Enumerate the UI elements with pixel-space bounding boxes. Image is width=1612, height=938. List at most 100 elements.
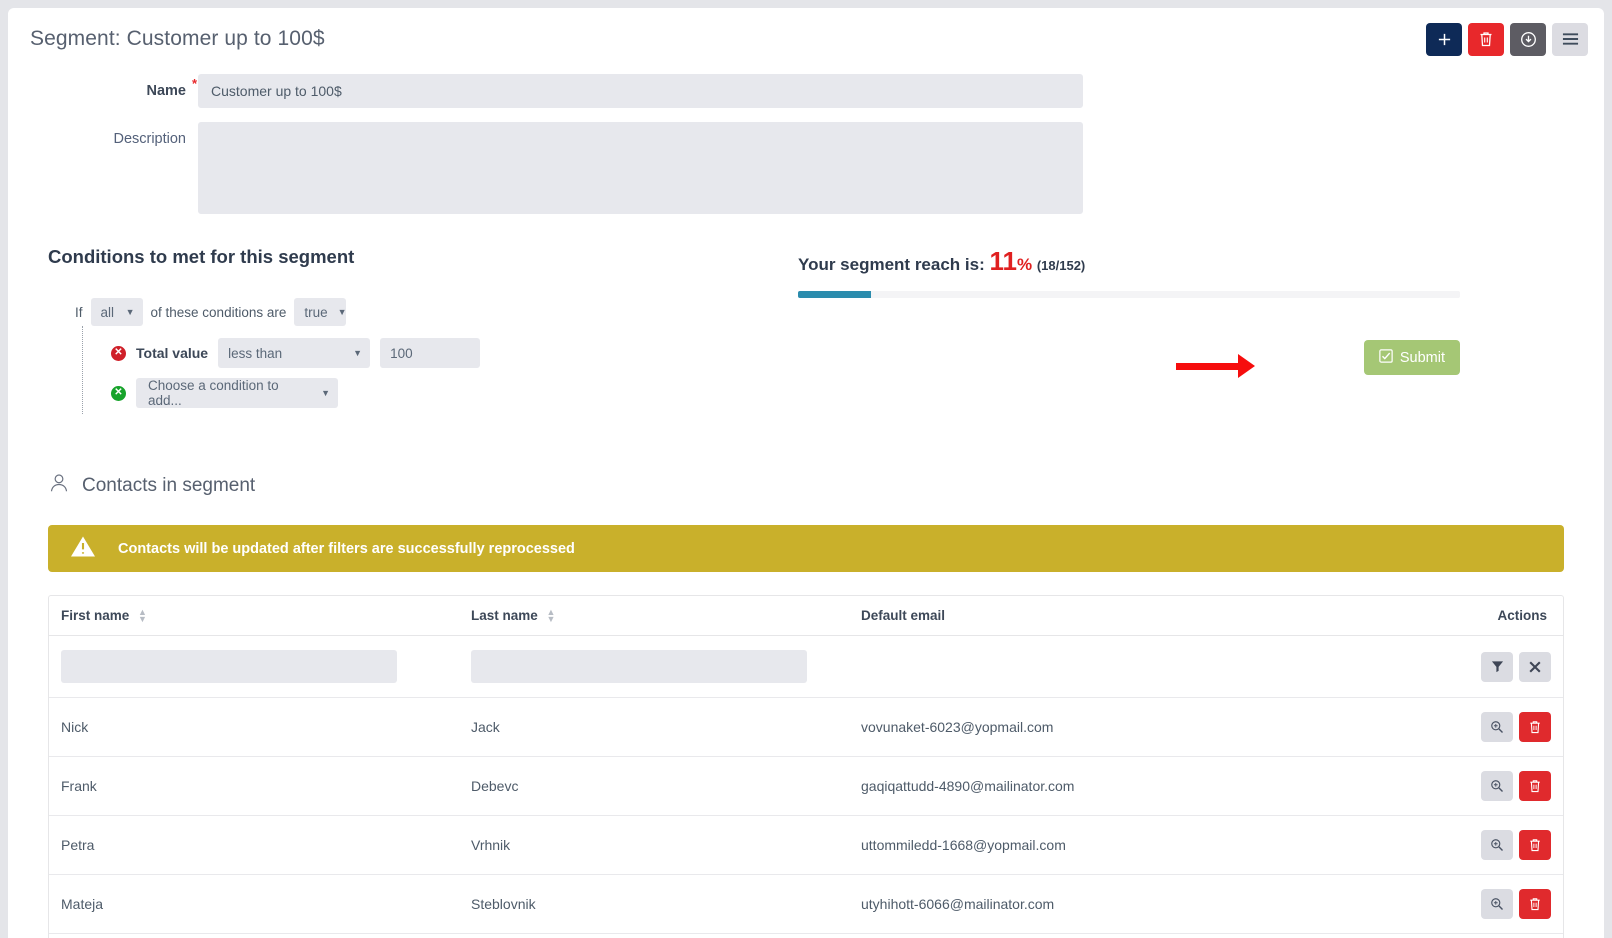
condition-operator-select[interactable]: less than ▼ bbox=[218, 338, 371, 368]
reach-progress-fill bbox=[798, 291, 871, 298]
view-contact-button[interactable] bbox=[1481, 712, 1513, 743]
history-button[interactable] bbox=[1510, 22, 1546, 56]
filter-cell-email bbox=[849, 635, 1353, 699]
add-condition-select[interactable]: Choose a condition to add... ▼ bbox=[136, 378, 338, 408]
description-input[interactable] bbox=[198, 122, 1083, 214]
view-contact-button[interactable] bbox=[1481, 771, 1513, 802]
conditions-column: Conditions to met for this segment If al… bbox=[8, 246, 798, 414]
contacts-heading: Contacts in segment bbox=[82, 474, 256, 496]
page-title: Segment: Customer up to 100$ bbox=[30, 27, 325, 50]
first-name-filter-input[interactable] bbox=[61, 650, 397, 684]
if-label: If bbox=[75, 304, 83, 320]
condition-operator-value: less than bbox=[228, 345, 283, 361]
cell-first-name: Mateja bbox=[49, 874, 459, 935]
close-icon bbox=[1529, 661, 1541, 673]
add-condition-value: Choose a condition to add... bbox=[148, 378, 279, 408]
contacts-alert-text: Contacts will be updated after filters a… bbox=[118, 540, 575, 557]
truth-select[interactable]: true ▼ bbox=[294, 298, 347, 326]
trash-icon bbox=[1529, 779, 1541, 793]
column-label: Actions bbox=[1497, 608, 1547, 624]
column-label: Default email bbox=[861, 608, 946, 624]
cell-actions bbox=[1352, 874, 1563, 935]
contacts-table: First name ▲ ▼ Last name ▲ ▼ Default email… bbox=[48, 595, 1564, 938]
name-input[interactable] bbox=[198, 74, 1083, 108]
delete-contact-button[interactable] bbox=[1519, 830, 1551, 861]
reach-percent-value: 11 bbox=[989, 246, 1017, 276]
column-label: First name bbox=[61, 608, 130, 623]
table-filter-row bbox=[49, 635, 1563, 699]
cell-email: gaqiqattudd-4890@mailinator.com bbox=[849, 756, 1353, 817]
column-header-first-name[interactable]: First name ▲ ▼ bbox=[49, 596, 459, 637]
cell-first-name: Nick bbox=[49, 697, 459, 758]
magnifier-plus-icon bbox=[1490, 779, 1504, 793]
column-label: Last name bbox=[471, 608, 538, 623]
name-row: Name * bbox=[8, 74, 1604, 108]
reach-fraction: (18/152) bbox=[1036, 258, 1086, 273]
condition-matcher-row: If all ▼ of these conditions are true ▼ bbox=[75, 298, 798, 326]
name-label: Name bbox=[146, 83, 187, 99]
submit-button[interactable]: Submit bbox=[1363, 340, 1460, 375]
cell-first-name: Mitja bbox=[49, 934, 459, 938]
delete-contact-button[interactable] bbox=[1519, 889, 1551, 920]
segment-form: Name * Description bbox=[8, 70, 1604, 214]
cell-actions bbox=[1352, 815, 1563, 876]
delete-contact-button[interactable] bbox=[1519, 771, 1551, 802]
conditions-title: Conditions to met for this segment bbox=[48, 246, 355, 267]
remove-circle-icon[interactable]: ✕ bbox=[111, 345, 126, 361]
table-header-row: First name ▲ ▼ Last name ▲ ▼ Default email… bbox=[49, 596, 1563, 637]
match-type-select[interactable]: all ▼ bbox=[90, 298, 143, 326]
chevron-down-icon: ▼ bbox=[337, 307, 347, 317]
magnifier-plus-icon bbox=[1490, 838, 1504, 852]
submit-button-label: Submit bbox=[1399, 349, 1445, 366]
condition-row: ✕ Total value less than ▼ bbox=[83, 336, 798, 370]
table-row: Nick Jack vovunaket-6023@yopmail.com bbox=[49, 697, 1563, 758]
trash-icon bbox=[1479, 31, 1493, 47]
magnifier-plus-icon bbox=[1490, 720, 1504, 734]
sort-icon[interactable]: ▲ ▼ bbox=[547, 608, 556, 624]
submit-area: Submit bbox=[798, 340, 1460, 378]
trash-icon bbox=[1529, 720, 1541, 734]
conditions-and-reach: Conditions to met for this segment If al… bbox=[8, 228, 1604, 414]
condition-value-input[interactable] bbox=[380, 338, 481, 368]
clear-filter-button[interactable] bbox=[1519, 651, 1551, 682]
view-contact-button[interactable] bbox=[1481, 889, 1513, 920]
cell-actions bbox=[1352, 756, 1563, 817]
add-circle-icon[interactable]: ✕ bbox=[111, 385, 126, 401]
page-header: Segment: Customer up to 100$ bbox=[8, 8, 1604, 70]
condition-field-label: Total value bbox=[136, 345, 209, 361]
filter-cell-first-name bbox=[49, 635, 459, 699]
required-asterisk: * bbox=[191, 76, 197, 91]
reach-column: Your segment reach is: 11% (18/152) Subm… bbox=[798, 246, 1604, 414]
chevron-down-icon: ▼ bbox=[321, 388, 330, 398]
cell-first-name: Petra bbox=[49, 815, 459, 876]
view-contact-button[interactable] bbox=[1481, 830, 1513, 861]
apply-filter-button[interactable] bbox=[1481, 651, 1513, 682]
cell-actions bbox=[1353, 934, 1563, 938]
delete-button[interactable] bbox=[1468, 22, 1504, 56]
last-name-filter-input[interactable] bbox=[471, 650, 807, 684]
delete-contact-button[interactable] bbox=[1519, 712, 1551, 743]
table-row: Mateja Steblovnik utyhihott-6066@mailina… bbox=[49, 874, 1563, 935]
conditions-middle-label: of these conditions are bbox=[150, 304, 287, 320]
description-label: Description bbox=[113, 131, 186, 147]
funnel-icon bbox=[1491, 660, 1504, 673]
truth-value: true bbox=[304, 304, 328, 320]
cell-last-name: Jack bbox=[459, 697, 849, 758]
reach-label: Your segment reach is: bbox=[798, 255, 985, 274]
cell-email: uttommiledd-1668@yopmail.com bbox=[849, 815, 1353, 876]
column-header-last-name[interactable]: Last name ▲ ▼ bbox=[459, 596, 849, 637]
plus-icon bbox=[1437, 32, 1452, 47]
annotation-arrow-icon bbox=[1176, 354, 1255, 378]
sort-icon[interactable]: ▲ ▼ bbox=[138, 608, 147, 624]
user-icon bbox=[48, 472, 70, 499]
column-header-default-email: Default email bbox=[849, 596, 1353, 637]
menu-button[interactable] bbox=[1552, 22, 1588, 56]
name-label-wrap: Name * bbox=[8, 74, 198, 99]
cell-last-name: Steblovnik bbox=[459, 874, 849, 935]
column-header-actions: Actions bbox=[1352, 596, 1563, 637]
warning-triangle-icon bbox=[70, 535, 96, 563]
reach-progress-bar bbox=[798, 291, 1460, 298]
chevron-down-icon: ▼ bbox=[125, 307, 135, 317]
add-button[interactable] bbox=[1426, 22, 1462, 56]
filter-cell-last-name bbox=[459, 635, 849, 699]
